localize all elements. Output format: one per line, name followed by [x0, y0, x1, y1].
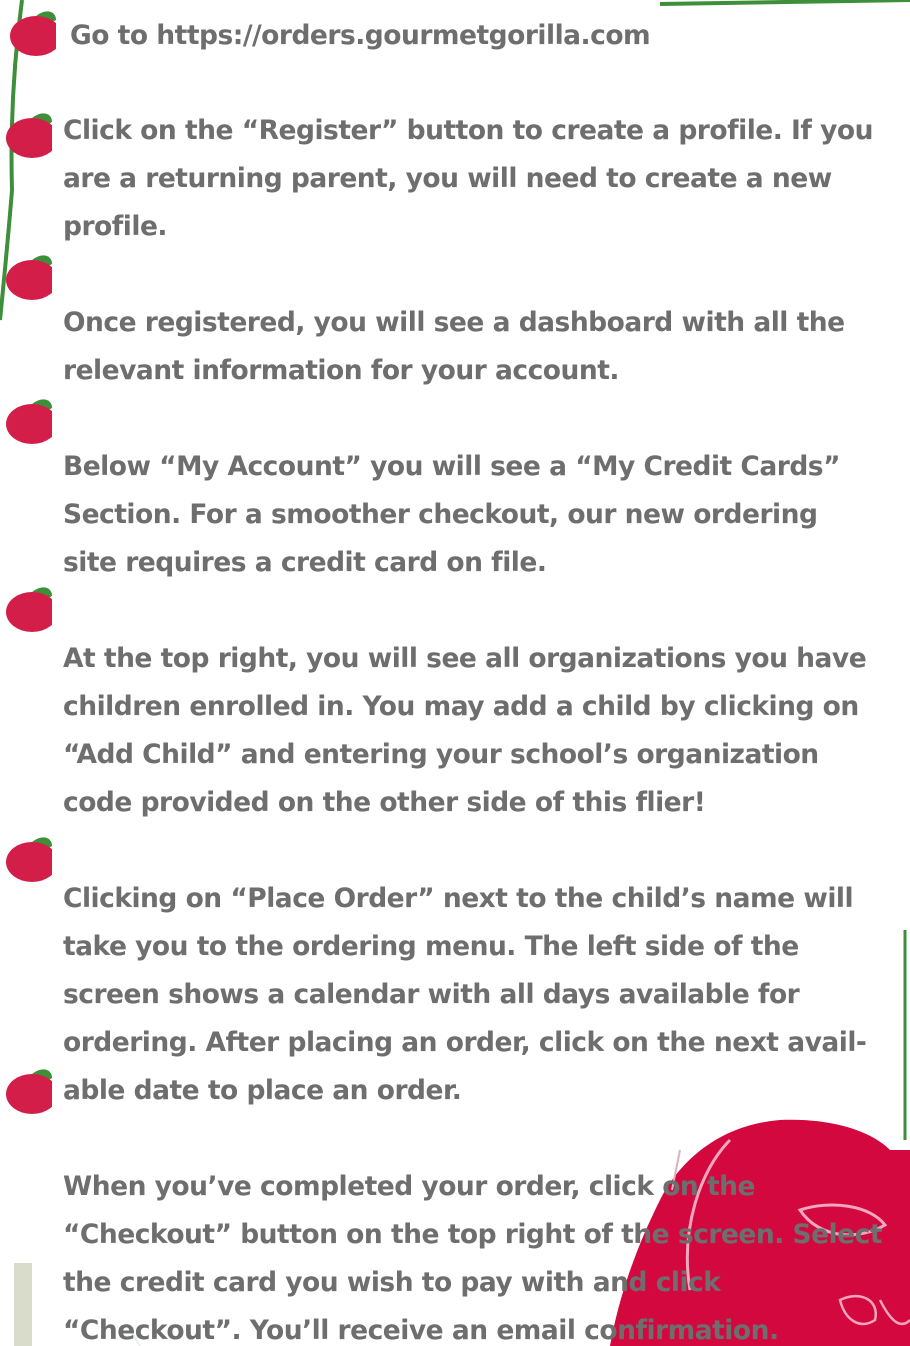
step-3-line-1: Once registered, you will see a dashboar… — [63, 307, 845, 338]
step-2-line-3: profile. — [63, 211, 167, 242]
step-4-line-3: site requires a credit card on file. — [63, 547, 547, 578]
step-4-line-2: Section. For a smoother checkout, our ne… — [63, 499, 818, 530]
step-6-text: Clicking on “Place Order” next to the ch… — [63, 875, 908, 1115]
step-7-line-1: When you’ve completed your order, click … — [63, 1171, 756, 1202]
apple-bullet-icon — [6, 587, 52, 632]
step-2-text: Click on the “Register” button to create… — [63, 107, 908, 251]
step-5-line-3: “Add Child” and entering your school’s o… — [63, 739, 819, 770]
step-3-line-2: relevant information for your account. — [63, 355, 619, 386]
step-7-line-4: “Checkout”. You’ll receive an email conf… — [63, 1315, 779, 1346]
step-7-line-2: “Checkout” button on the top right of th… — [63, 1219, 883, 1250]
step-5-line-1: At the top right, you will see all organ… — [63, 643, 867, 674]
step-5-line-4: code provided on the other side of this … — [63, 787, 706, 818]
step-3-text: Once registered, you will see a dashboar… — [63, 299, 908, 395]
left-edge-block-inner — [0, 1263, 14, 1346]
step-6-line-1: Clicking on “Place Order” next to the ch… — [63, 883, 854, 914]
flier-page: Go to https://orders.gourmetgorilla.com … — [0, 0, 910, 1346]
step-6-line-2: take you to the ordering menu. The left … — [63, 931, 799, 962]
apple-bullet-icon — [6, 113, 52, 158]
step-6-line-3: screen shows a calendar with all days av… — [63, 979, 800, 1010]
apple-bullet-icon — [6, 399, 52, 444]
step-5-line-2: children enrolled in. You may add a chil… — [63, 691, 859, 722]
step-4-line-1: Below “My Account” you will see a “My Cr… — [63, 451, 841, 482]
step-6-line-5: able date to place an order. — [63, 1075, 462, 1106]
step-2-line-2: are a returning parent, you will need to… — [63, 163, 832, 194]
apple-bullet-icon — [10, 11, 56, 56]
step-2-line-1: Click on the “Register” button to create… — [63, 115, 874, 146]
apple-bullet-icon — [6, 255, 52, 300]
apple-bullet-icon — [6, 837, 52, 882]
step-7-line-3: the credit card you wish to pay with and… — [63, 1267, 721, 1298]
step-4-text: Below “My Account” you will see a “My Cr… — [63, 443, 908, 587]
step-1-text: Go to https://orders.gourmetgorilla.com — [70, 12, 910, 60]
step-5-text: At the top right, you will see all organ… — [63, 635, 908, 827]
apple-bullet-icon — [6, 1069, 52, 1114]
step-1-line-1: Go to https://orders.gourmetgorilla.com — [70, 20, 651, 51]
step-6-line-4: ordering. After placing an order, click … — [63, 1027, 867, 1058]
step-7-text: When you’ve completed your order, click … — [63, 1163, 908, 1346]
